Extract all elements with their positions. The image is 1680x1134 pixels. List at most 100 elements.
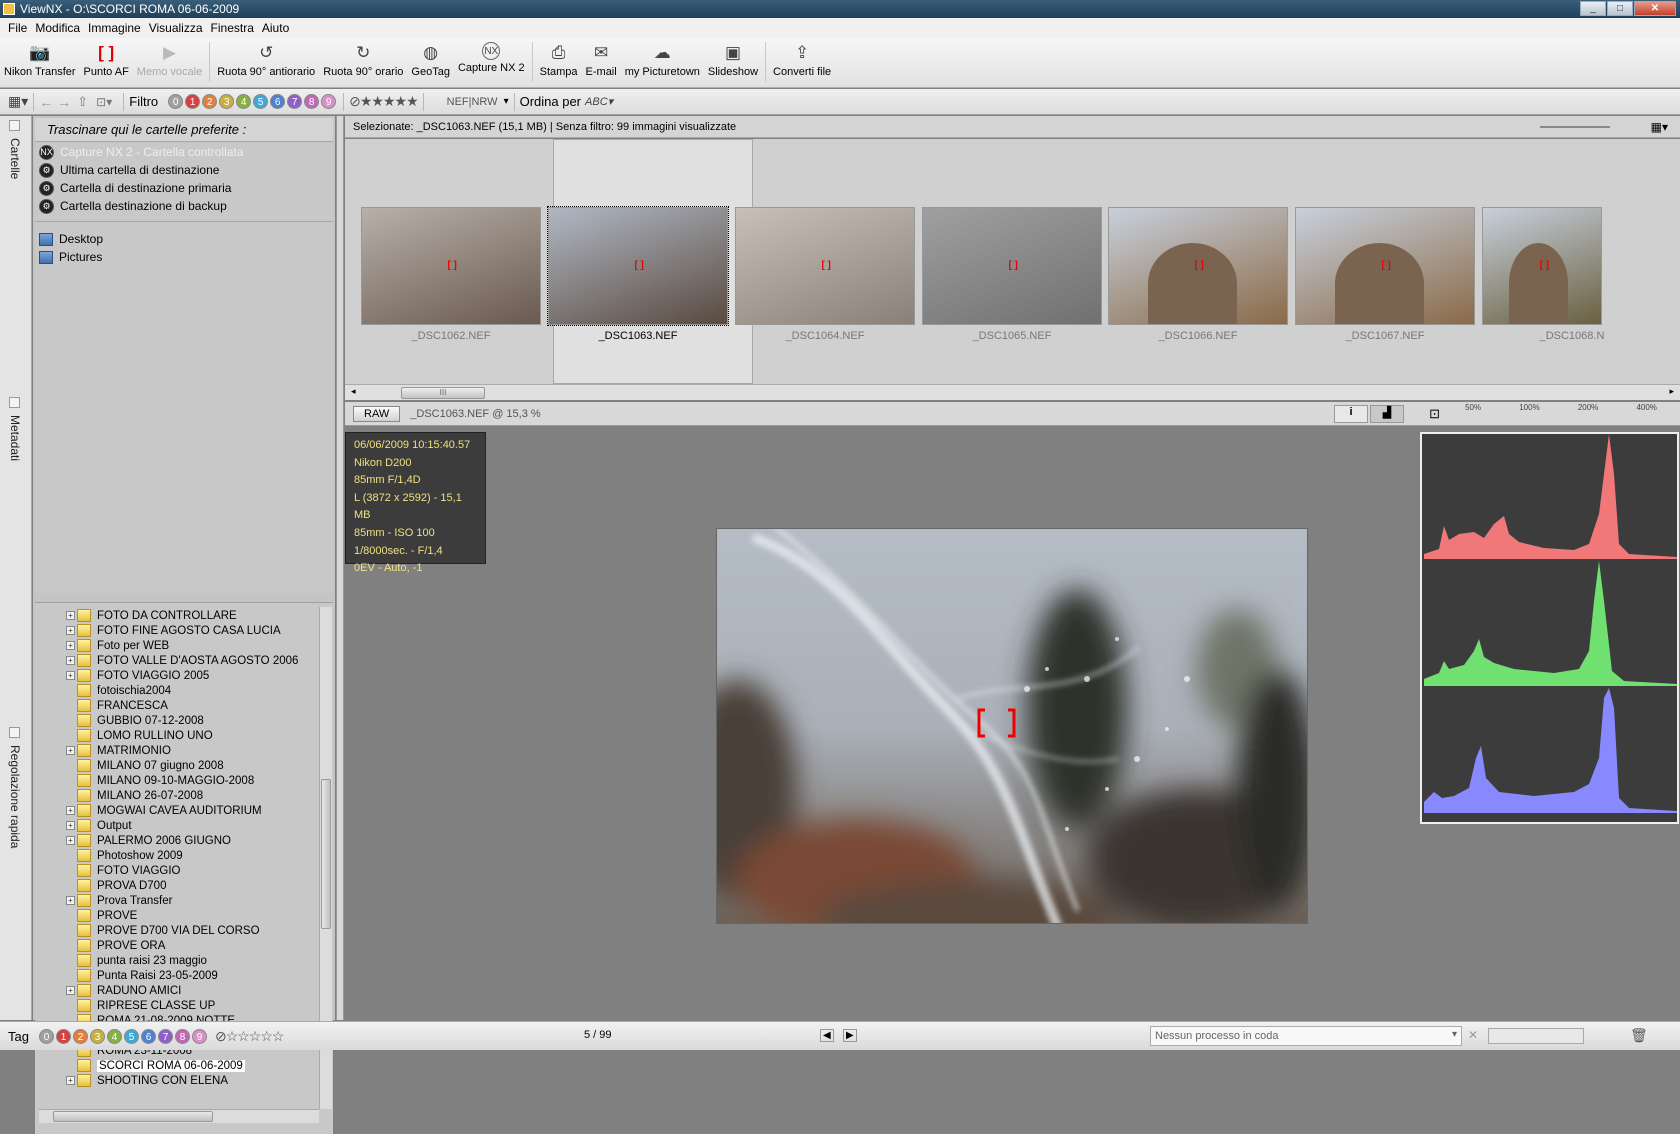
tab-cartelle[interactable]: Cartelle (8, 138, 22, 179)
tree-folder[interactable]: + MOGWAI CAVEA AUDITORIUM (66, 803, 262, 818)
collapse-box[interactable] (9, 120, 20, 131)
label-2-button[interactable]: 2 (202, 94, 218, 109)
maximize-button[interactable]: □ (1607, 1, 1633, 16)
tree-folder[interactable]: PROVE (77, 908, 137, 923)
tree-folder[interactable]: MILANO 26-07-2008 (77, 788, 203, 803)
label-5-button[interactable]: 5 (123, 1028, 139, 1044)
histogram-toggle-icon[interactable]: ▟ (1370, 405, 1404, 423)
menu-visualizza[interactable]: Visualizza (145, 21, 207, 35)
tab-regolazione-rapida[interactable]: Regolazione rapida (8, 745, 22, 848)
label-0-button[interactable]: 0 (168, 94, 184, 109)
expand-icon[interactable]: + (66, 746, 75, 755)
favorite-item[interactable]: ⚙ Cartella di destinazione primaria (35, 179, 333, 197)
label-4-button[interactable]: 4 (106, 1028, 122, 1044)
label-1-button[interactable]: 1 (185, 94, 201, 109)
slideshow-button[interactable]: ▣ Slideshow (704, 38, 762, 78)
expand-icon[interactable]: + (66, 656, 75, 665)
tree-folder[interactable]: + FOTO FINE AGOSTO CASA LUCIA (66, 623, 281, 638)
email-button[interactable]: ✉ E-mail (582, 38, 621, 78)
tree-folder[interactable]: + MATRIMONIO (66, 743, 171, 758)
favorite-item[interactable]: ⚙ Cartella destinazione di backup (35, 197, 333, 215)
label-2-button[interactable]: 2 (72, 1028, 88, 1044)
tree-folder[interactable]: fotoischia2004 (77, 683, 171, 698)
sort-label[interactable]: Ordina per (520, 94, 581, 109)
label-1-button[interactable]: 1 (55, 1028, 71, 1044)
scroll-thumb[interactable]: III (401, 387, 485, 399)
convert-file-button[interactable]: ⇪ Converti file (769, 38, 835, 78)
nikon-transfer-button[interactable]: 📷 Nikon Transfer (0, 38, 80, 78)
expand-icon[interactable]: + (66, 626, 75, 635)
back-arrow-icon[interactable]: ← (39, 94, 53, 110)
voice-memo-button[interactable]: ▶ Memo vocale (133, 38, 206, 78)
tree-folder[interactable]: SCORCI ROMA 06-06-2009 (77, 1058, 245, 1073)
sort-abc-icon[interactable]: ABC▾ (585, 95, 613, 108)
expand-icon[interactable]: + (66, 671, 75, 680)
tree-horizontal-scrollbar[interactable] (39, 1109, 319, 1123)
main-photo[interactable] (716, 528, 1308, 924)
label-7-button[interactable]: 7 (157, 1028, 173, 1044)
tree-folder[interactable]: + FOTO VALLE D'AOSTA AGOSTO 2006 (66, 653, 298, 668)
label-6-button[interactable]: 6 (140, 1028, 156, 1044)
tree-folder[interactable]: PROVA D700 (77, 878, 166, 893)
label-3-button[interactable]: 3 (219, 94, 235, 109)
info-icon[interactable]: i (1334, 405, 1368, 423)
label-7-button[interactable]: 7 (287, 94, 303, 109)
thumbnail[interactable]: [ ] (361, 207, 541, 325)
tree-folder[interactable]: Punta Raisi 23-05-2009 (77, 968, 218, 983)
tree-folder[interactable]: FRANCESCA (77, 698, 168, 713)
thumbnail-scrollbar[interactable]: ◂ III ▸ (345, 384, 1680, 400)
print-button[interactable]: ⎙ Stampa (536, 38, 582, 78)
zoom-levels[interactable]: 50% 100% 200% 400% (1446, 403, 1676, 423)
tree-folder[interactable]: + PALERMO 2006 GIUGNO (66, 833, 231, 848)
tree-folder[interactable]: + SHOOTING CON ELENA (66, 1073, 228, 1088)
fit-screen-icon[interactable]: ⊡ (1429, 406, 1440, 422)
panel-splitter[interactable] (336, 116, 344, 1020)
label-8-button[interactable]: 8 (174, 1028, 190, 1044)
expand-icon[interactable]: + (66, 1076, 75, 1085)
expand-icon[interactable]: + (66, 986, 75, 995)
favorite-item[interactable]: ⚙ Ultima cartella di destinazione (35, 161, 333, 179)
menu-file[interactable]: File (4, 21, 31, 35)
thumbnail[interactable]: [ ] (922, 207, 1102, 325)
minimize-button[interactable]: _ (1580, 1, 1606, 16)
tree-folder[interactable]: + Output (66, 818, 132, 833)
collapse-box[interactable] (9, 727, 20, 738)
expand-icon[interactable]: + (66, 611, 75, 620)
folder-options-icon[interactable]: ⊡▾ (96, 95, 112, 109)
collapse-box[interactable] (9, 397, 20, 408)
thumbnail[interactable]: [ ] (735, 207, 915, 325)
rating-filter[interactable]: ⊘★★★★★ (349, 93, 418, 110)
tree-folder[interactable]: Photoshow 2009 (77, 848, 183, 863)
expand-icon[interactable]: + (66, 821, 75, 830)
expand-icon[interactable]: + (66, 896, 75, 905)
next-image-button[interactable]: ▶ (843, 1029, 857, 1042)
af-point-button[interactable]: [ ] Punto AF (80, 38, 133, 78)
thumbnail[interactable]: [ ] (1108, 207, 1288, 325)
forward-arrow-icon[interactable]: → (57, 94, 71, 110)
format-dropdown-icon[interactable]: ▾ (504, 96, 509, 107)
menu-modifica[interactable]: Modifica (31, 21, 84, 35)
label-4-button[interactable]: 4 (236, 94, 252, 109)
thumbnail[interactable]: [ ] (547, 206, 729, 326)
label-3-button[interactable]: 3 (89, 1028, 105, 1044)
grid-view-icon[interactable]: ▦▾ (1651, 116, 1668, 138)
location-pictures[interactable]: Pictures (35, 248, 333, 266)
tree-folder[interactable]: + FOTO DA CONTROLLARE (66, 608, 237, 623)
expand-icon[interactable]: + (66, 836, 75, 845)
tree-folder[interactable]: + Prova Transfer (66, 893, 172, 908)
close-button[interactable]: ✕ (1634, 1, 1676, 16)
tree-folder[interactable]: punta raisi 23 maggio (77, 953, 207, 968)
trash-icon[interactable]: 🗑 (1630, 1027, 1648, 1044)
rotate-cw-button[interactable]: ↻ Ruota 90° orario (319, 38, 407, 78)
label-5-button[interactable]: 5 (253, 94, 269, 109)
tree-folder[interactable]: MILANO 09-10-MAGGIO-2008 (77, 773, 254, 788)
label-9-button[interactable]: 9 (191, 1028, 207, 1044)
label-8-button[interactable]: 8 (304, 94, 320, 109)
thumbnail[interactable]: [ ] (1482, 207, 1602, 325)
menu-immagine[interactable]: Immagine (84, 21, 145, 35)
tree-folder[interactable]: RIPRESE CLASSE UP (77, 998, 215, 1013)
tree-folder[interactable]: PROVE D700 VIA DEL CORSO (77, 923, 260, 938)
format-toggle[interactable]: NEF|NRW (447, 96, 498, 108)
expand-icon[interactable]: + (66, 806, 75, 815)
label-6-button[interactable]: 6 (270, 94, 286, 109)
